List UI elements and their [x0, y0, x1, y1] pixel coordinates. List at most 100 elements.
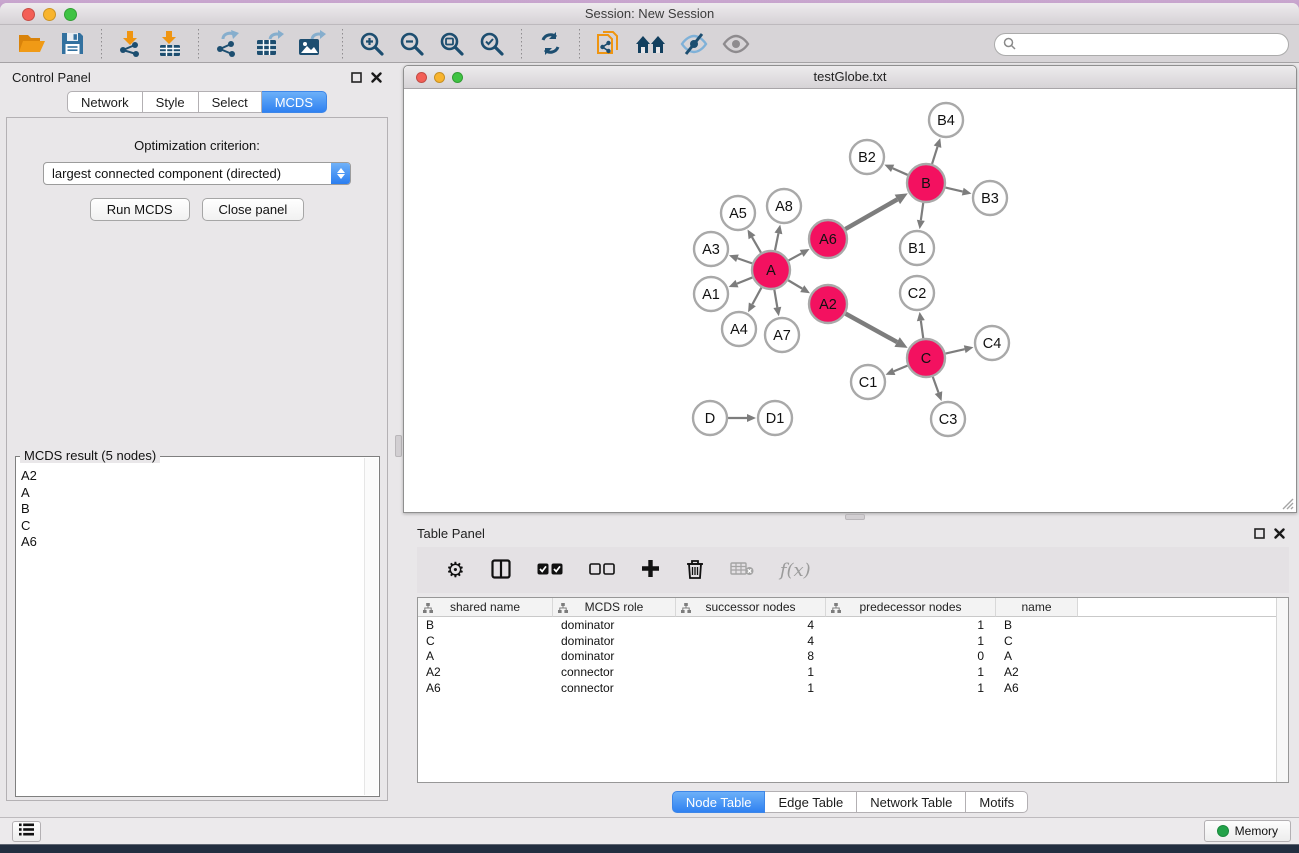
graph-edge-B-B1[interactable]: [921, 203, 923, 220]
splitter-grip[interactable]: [395, 435, 402, 457]
graph-edge-A-A8[interactable]: [775, 233, 778, 250]
close-window-button[interactable]: [22, 8, 35, 21]
add-column-button[interactable]: [628, 559, 673, 581]
network-minimize-button[interactable]: [434, 72, 445, 83]
tab-network[interactable]: Network: [67, 91, 143, 113]
table-cell[interactable]: A6: [418, 680, 553, 696]
table-cell[interactable]: dominator: [553, 617, 676, 633]
import-network-button[interactable]: [111, 28, 151, 59]
network-maximize-button[interactable]: [452, 72, 463, 83]
graph-edge-C-C2[interactable]: [921, 321, 923, 338]
table-cell[interactable]: A2: [418, 664, 553, 680]
close-panel-button[interactable]: Close panel: [202, 198, 305, 221]
memory-button[interactable]: Memory: [1204, 820, 1291, 842]
show-columns-button[interactable]: [478, 559, 524, 582]
table-cell[interactable]: 1: [826, 664, 996, 680]
result-list-item[interactable]: A2: [21, 468, 377, 485]
table-cell[interactable]: B: [996, 617, 1078, 633]
new-network-from-selection-button[interactable]: [589, 28, 628, 60]
import-table-button[interactable]: [151, 28, 189, 59]
result-list-item[interactable]: A: [21, 485, 377, 502]
result-list-item[interactable]: A6: [21, 534, 377, 551]
float-table-panel-button[interactable]: [1254, 528, 1265, 539]
export-table-button[interactable]: [249, 28, 291, 59]
table-cell[interactable]: 1: [676, 680, 826, 696]
tab-motifs[interactable]: Motifs: [966, 791, 1028, 813]
close-table-panel-button[interactable]: [1274, 528, 1285, 539]
zoom-in-button[interactable]: [352, 29, 392, 59]
result-scrollbar[interactable]: [364, 458, 378, 795]
table-settings-button[interactable]: ⚙: [433, 560, 478, 581]
run-mcds-button[interactable]: Run MCDS: [90, 198, 190, 221]
graph-edge-A2-C[interactable]: [846, 314, 898, 342]
network-canvas[interactable]: AA1A2A3A4A5A6A7A8BB1B2B3B4CC1C2C3C4DD1: [404, 89, 1296, 512]
show-all-button[interactable]: [715, 30, 757, 58]
first-neighbors-button[interactable]: [628, 30, 673, 58]
graph-edge-C-C1[interactable]: [894, 366, 908, 372]
export-image-button[interactable]: [291, 28, 333, 59]
column-header-shared-name[interactable]: shared name: [418, 598, 553, 617]
delete-columns-button[interactable]: [673, 559, 717, 582]
table-cell[interactable]: C: [996, 633, 1078, 649]
table-cell[interactable]: 1: [826, 617, 996, 633]
table-cell[interactable]: 4: [676, 617, 826, 633]
graph-edge-A6-B[interactable]: [845, 199, 897, 229]
graph-edge-A-A6[interactable]: [789, 253, 802, 260]
window-resize-grip[interactable]: [1281, 497, 1294, 510]
tab-mcds[interactable]: MCDS: [262, 91, 327, 113]
function-builder-button[interactable]: f(x): [767, 560, 824, 581]
table-cell[interactable]: 1: [676, 664, 826, 680]
splitter-grip[interactable]: [845, 514, 865, 520]
graph-edge-A-A1[interactable]: [737, 277, 752, 283]
network-graph[interactable]: AA1A2A3A4A5A6A7A8BB1B2B3B4CC1C2C3C4DD1: [404, 89, 1296, 511]
vertical-splitter[interactable]: [394, 63, 403, 817]
table-cell[interactable]: dominator: [553, 633, 676, 649]
delete-table-button[interactable]: [717, 561, 767, 579]
graph-edge-C-C4[interactable]: [946, 349, 965, 353]
column-header-mcds-role[interactable]: MCDS role: [553, 598, 676, 617]
table-cell[interactable]: A: [418, 648, 553, 664]
tab-edge-table[interactable]: Edge Table: [765, 791, 857, 813]
table-scrollbar[interactable]: [1276, 598, 1288, 782]
table-cell[interactable]: connector: [553, 664, 676, 680]
result-list-item[interactable]: C: [21, 518, 377, 535]
table-cell[interactable]: B: [418, 617, 553, 633]
deselect-all-rows-button[interactable]: [576, 563, 628, 578]
graph-edge-A-A2[interactable]: [788, 280, 802, 288]
float-panel-button[interactable]: [351, 72, 362, 83]
search-box[interactable]: [994, 33, 1289, 56]
graph-edge-B-B3[interactable]: [945, 188, 962, 192]
maximize-window-button[interactable]: [64, 8, 77, 21]
refresh-layout-button[interactable]: [531, 29, 570, 58]
table-cell[interactable]: connector: [553, 680, 676, 696]
tab-network-table[interactable]: Network Table: [857, 791, 966, 813]
select-all-rows-button[interactable]: [524, 563, 576, 578]
table-cell[interactable]: A6: [996, 680, 1078, 696]
tab-node-table[interactable]: Node Table: [672, 791, 766, 813]
zoom-fit-button[interactable]: [432, 29, 472, 59]
zoom-selected-button[interactable]: [472, 29, 512, 59]
save-session-button[interactable]: [53, 29, 92, 58]
graph-edge-A-A7[interactable]: [774, 290, 777, 308]
table-cell[interactable]: 8: [676, 648, 826, 664]
show-log-button[interactable]: [12, 821, 41, 842]
graph-edge-B-B4[interactable]: [932, 147, 937, 164]
tab-select[interactable]: Select: [199, 91, 262, 113]
table-cell[interactable]: 4: [676, 633, 826, 649]
graph-edge-C-C3[interactable]: [933, 377, 939, 393]
export-network-button[interactable]: [208, 28, 249, 59]
open-session-button[interactable]: [10, 29, 53, 58]
close-panel-icon-button[interactable]: [371, 72, 382, 83]
minimize-window-button[interactable]: [43, 8, 56, 21]
optimization-criterion-select[interactable]: largest connected component (directed): [43, 162, 351, 185]
graph-edge-B-B2[interactable]: [893, 168, 908, 175]
table-cell[interactable]: 1: [826, 680, 996, 696]
column-header-predecessor-nodes[interactable]: predecessor nodes: [826, 598, 996, 617]
column-header-name[interactable]: name: [996, 598, 1078, 617]
table-cell[interactable]: 0: [826, 648, 996, 664]
column-header-successor-nodes[interactable]: successor nodes: [676, 598, 826, 617]
table-cell[interactable]: C: [418, 633, 553, 649]
horizontal-splitter[interactable]: [403, 513, 1297, 521]
graph-edge-A-A4[interactable]: [752, 288, 761, 305]
table-cell[interactable]: dominator: [553, 648, 676, 664]
